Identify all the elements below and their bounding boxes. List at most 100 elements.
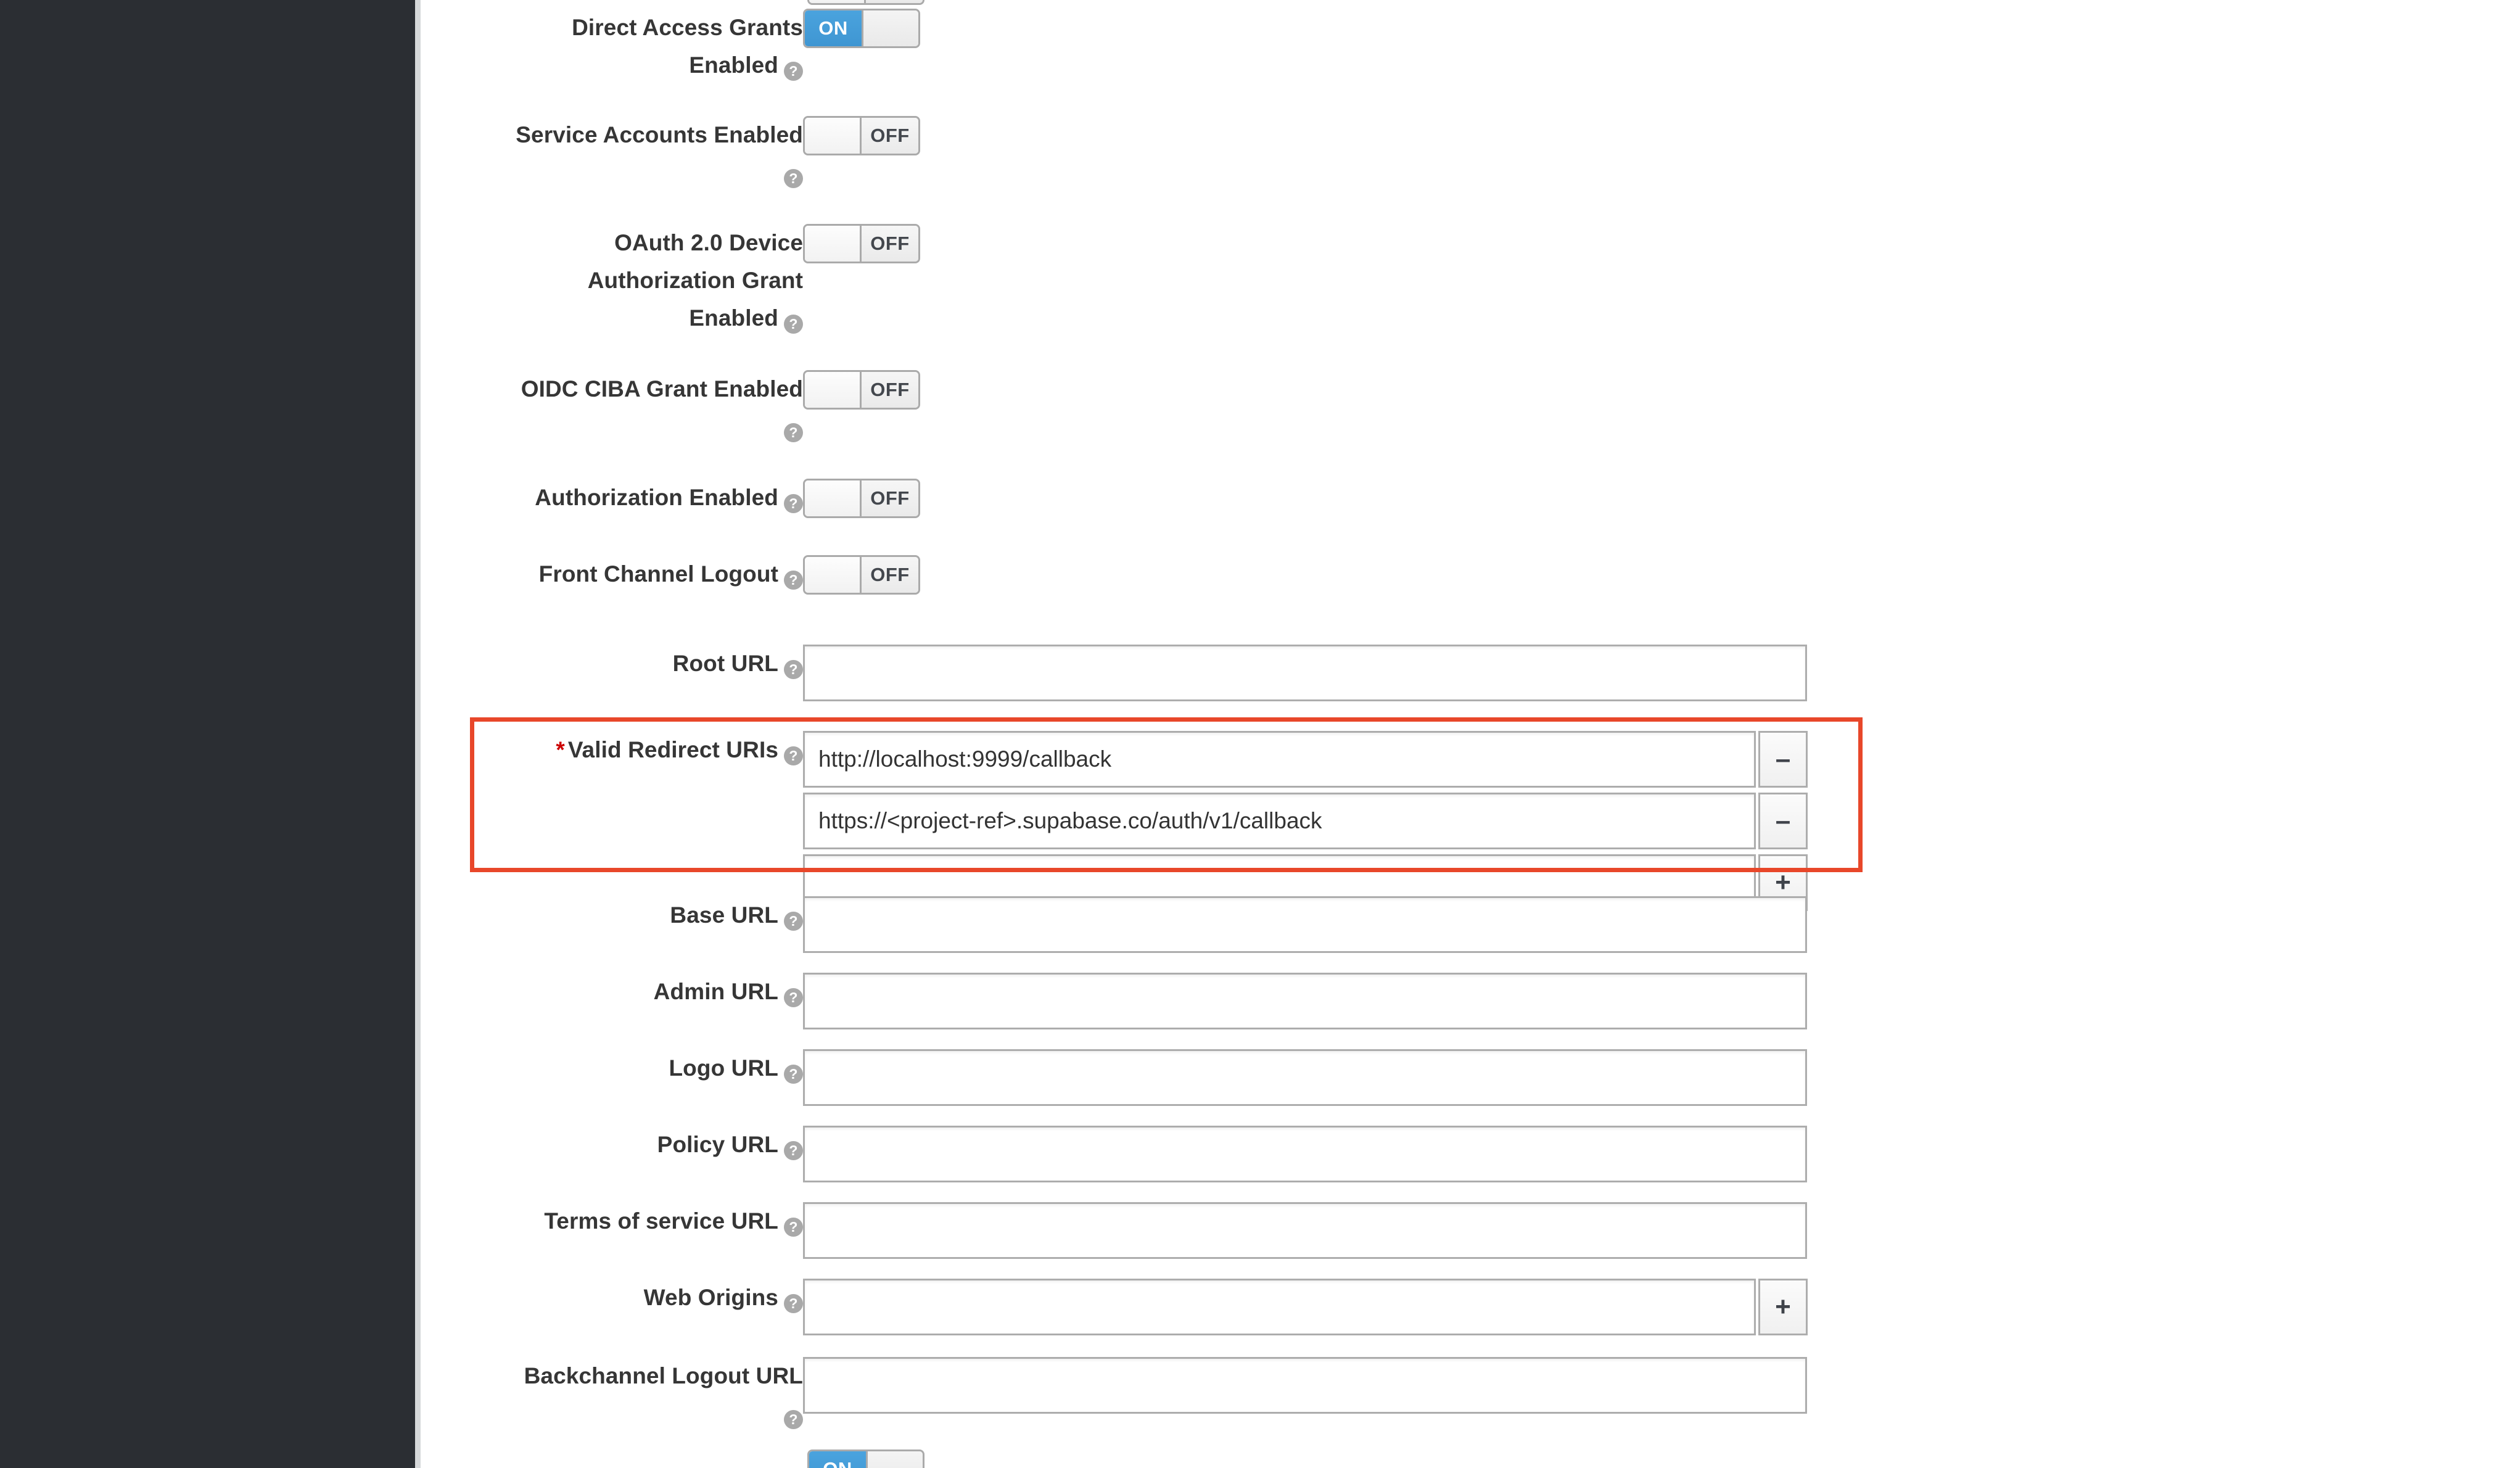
toggle-handle xyxy=(862,10,918,46)
label-text-line1: OAuth 2.0 Device xyxy=(614,230,803,255)
valid-redirect-uri-input-1[interactable] xyxy=(803,731,1756,788)
control-web-origins: + xyxy=(803,1279,1913,1335)
label-web-origins: Web Origins? xyxy=(421,1279,803,1316)
help-icon[interactable]: ? xyxy=(784,423,803,442)
form-row-direct-access-grants-enabled: Direct Access Grants Enabled? ON xyxy=(421,9,1913,84)
label-text-line1: Direct Access Grants xyxy=(572,15,803,40)
label-text-line1: Admin URL xyxy=(653,979,778,1004)
help-icon[interactable]: ? xyxy=(784,1410,803,1429)
toggle-handle xyxy=(805,480,862,516)
toggle-oauth-device-authorization-grant-enabled[interactable]: OFF xyxy=(803,224,920,263)
toggle-state-label: ON xyxy=(805,10,862,46)
label-text-line1: Authorization Enabled xyxy=(535,485,778,510)
toggle-handle xyxy=(805,372,862,408)
sidebar-divider xyxy=(415,0,421,1468)
remove-redirect-uri-button-1[interactable]: – xyxy=(1758,731,1808,788)
label-text-line1: Policy URL xyxy=(657,1132,778,1157)
control-direct-access-grants-enabled: ON xyxy=(803,9,1913,48)
help-icon[interactable]: ? xyxy=(784,1294,803,1313)
form-row-terms-of-service-url: Terms of service URL? xyxy=(421,1202,1913,1259)
toggle-authorization-enabled[interactable]: OFF xyxy=(803,479,920,518)
policy-url-input[interactable] xyxy=(803,1126,1807,1182)
toggle-handle xyxy=(809,0,866,3)
label-text-line1: Logo URL xyxy=(669,1055,778,1081)
label-front-channel-logout: Front Channel Logout? xyxy=(421,555,803,593)
toggle-handle xyxy=(805,557,862,593)
remove-redirect-uri-button-2[interactable]: – xyxy=(1758,793,1808,849)
toggle-state-label: OFF xyxy=(862,118,918,154)
form-row-web-origins: Web Origins? + xyxy=(421,1279,1913,1335)
clipped-toggle-bottom: ON xyxy=(807,1449,924,1468)
label-text-line3: Enabled xyxy=(689,305,778,331)
toggle-handle xyxy=(805,118,862,154)
terms-of-service-url-input[interactable] xyxy=(803,1202,1807,1259)
label-oauth-device-authorization-grant-enabled: OAuth 2.0 Device Authorization Grant Ena… xyxy=(421,224,803,337)
required-asterisk: * xyxy=(556,737,565,762)
form-row-base-url: Base URL? xyxy=(421,896,1913,953)
toggle-front-channel-logout[interactable]: OFF xyxy=(803,555,920,595)
toggle-state-label: OFF xyxy=(862,226,918,262)
label-oidc-ciba-grant-enabled: OIDC CIBA Grant Enabled ? xyxy=(421,370,803,445)
toggle-switch-above-viewport[interactable]: OFF xyxy=(807,0,924,5)
control-base-url xyxy=(803,896,1913,953)
label-text-line1: Front Channel Logout xyxy=(538,561,778,587)
label-admin-url: Admin URL? xyxy=(421,973,803,1010)
add-web-origin-button[interactable]: + xyxy=(1758,1279,1808,1335)
help-icon[interactable]: ? xyxy=(784,315,803,334)
label-valid-redirect-uris: * Valid Redirect URIs? xyxy=(421,731,803,769)
label-base-url: Base URL? xyxy=(421,896,803,934)
help-icon[interactable]: ? xyxy=(784,169,803,188)
label-text-line1: Service Accounts Enabled xyxy=(516,122,803,147)
help-icon[interactable]: ? xyxy=(784,1141,803,1160)
help-icon[interactable]: ? xyxy=(784,1218,803,1237)
admin-url-input[interactable] xyxy=(803,973,1807,1029)
label-text-line1: OIDC CIBA Grant Enabled xyxy=(521,376,803,402)
toggle-direct-access-grants-enabled[interactable]: ON xyxy=(803,9,920,48)
help-icon[interactable]: ? xyxy=(784,912,803,931)
label-backchannel-logout-url: Backchannel Logout URL ? xyxy=(421,1357,803,1432)
toggle-state-label: ON xyxy=(809,1451,866,1468)
form-row-logo-url: Logo URL? xyxy=(421,1049,1913,1106)
control-service-accounts-enabled: OFF xyxy=(803,116,1913,155)
label-text-line1: Root URL xyxy=(672,651,778,676)
backchannel-logout-url-input[interactable] xyxy=(803,1357,1807,1414)
valid-redirect-uri-row: – xyxy=(803,793,1913,849)
form-row-service-accounts-enabled: Service Accounts Enabled ? OFF xyxy=(421,116,1913,191)
base-url-input[interactable] xyxy=(803,896,1807,953)
web-origins-input[interactable] xyxy=(803,1279,1756,1335)
control-valid-redirect-uris: – – + xyxy=(803,731,1913,911)
root-url-input[interactable] xyxy=(803,645,1807,701)
help-icon[interactable]: ? xyxy=(784,988,803,1007)
web-origin-row: + xyxy=(803,1279,1913,1335)
label-authorization-enabled: Authorization Enabled? xyxy=(421,479,803,516)
form-row-oidc-ciba-grant-enabled: OIDC CIBA Grant Enabled ? OFF xyxy=(421,370,1913,445)
help-icon[interactable]: ? xyxy=(784,494,803,513)
control-front-channel-logout: OFF xyxy=(803,555,1913,595)
clipped-toggle-top: OFF xyxy=(807,0,924,5)
toggle-handle xyxy=(866,1451,923,1468)
valid-redirect-uri-row: – xyxy=(803,731,1913,788)
label-text-line1: Base URL xyxy=(670,902,778,928)
control-logo-url xyxy=(803,1049,1913,1106)
control-oidc-ciba-grant-enabled: OFF xyxy=(803,370,1913,410)
label-text-line2: Enabled xyxy=(689,52,778,78)
form-row-oauth-device-authorization-grant-enabled: OAuth 2.0 Device Authorization Grant Ena… xyxy=(421,224,1913,337)
help-icon[interactable]: ? xyxy=(784,660,803,679)
form-row-authorization-enabled: Authorization Enabled? OFF xyxy=(421,479,1913,518)
label-text-line1: Valid Redirect URIs xyxy=(567,737,778,762)
help-icon[interactable]: ? xyxy=(784,571,803,590)
valid-redirect-uri-input-2[interactable] xyxy=(803,793,1756,849)
label-direct-access-grants-enabled: Direct Access Grants Enabled? xyxy=(421,9,803,84)
form-row-root-url: Root URL? xyxy=(421,645,1913,701)
form-row-policy-url: Policy URL? xyxy=(421,1126,1913,1182)
toggle-oidc-ciba-grant-enabled[interactable]: OFF xyxy=(803,370,920,410)
help-icon[interactable]: ? xyxy=(784,62,803,81)
toggle-service-accounts-enabled[interactable]: OFF xyxy=(803,116,920,155)
left-sidebar-nav xyxy=(0,0,415,1468)
control-terms-of-service-url xyxy=(803,1202,1913,1259)
help-icon[interactable]: ? xyxy=(784,746,803,765)
toggle-switch-below-viewport[interactable]: ON xyxy=(807,1449,924,1468)
form-row-admin-url: Admin URL? xyxy=(421,973,1913,1029)
logo-url-input[interactable] xyxy=(803,1049,1807,1106)
help-icon[interactable]: ? xyxy=(784,1065,803,1084)
